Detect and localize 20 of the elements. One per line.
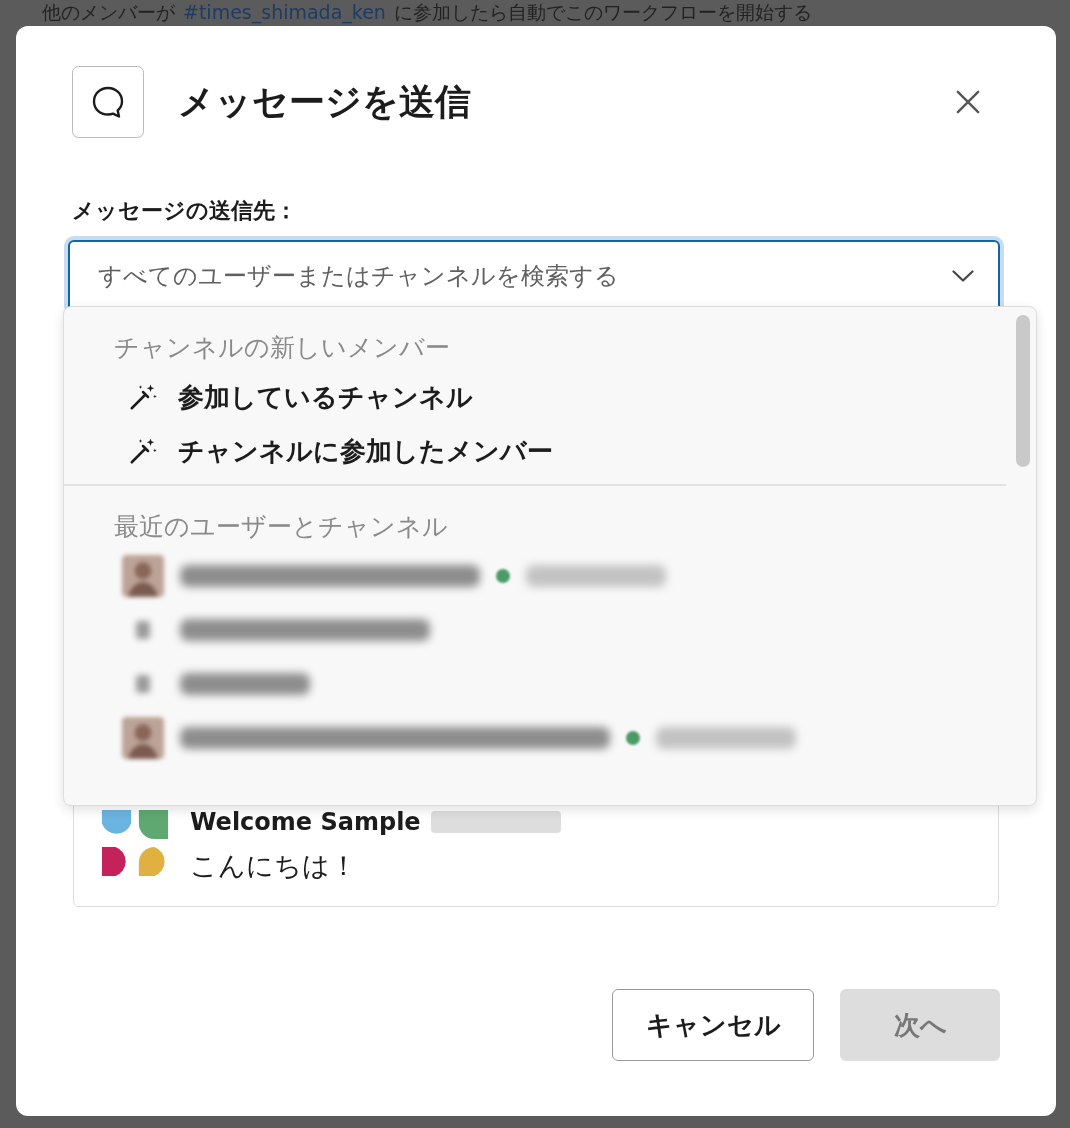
avatar-icon <box>122 717 164 759</box>
menu-item[interactable]: 参加しているチャンネル <box>114 370 473 424</box>
cancel-button[interactable]: キャンセル <box>612 989 814 1061</box>
sender-name: Welcome Sample <box>190 808 421 836</box>
section-heading: チャンネルの新しいメンバー <box>114 332 451 364</box>
avatar-icon <box>122 555 164 597</box>
field-label: メッセージの送信先： <box>72 197 298 225</box>
magic-wand-icon <box>128 382 158 412</box>
speech-bubble-icon <box>72 66 144 138</box>
close-icon[interactable] <box>956 90 980 114</box>
magic-wand-icon <box>128 436 158 466</box>
chevron-down-icon <box>952 270 974 282</box>
dialog-title: メッセージを送信 <box>178 79 472 124</box>
scrollbar[interactable] <box>1016 315 1030 467</box>
app-logo-icon <box>100 808 170 878</box>
menu-item[interactable]: チャンネルに参加したメンバー <box>114 424 553 478</box>
background-text: 他のメンバーが <box>42 0 175 25</box>
message-text: こんにちは！ <box>190 849 358 883</box>
background-text: に参加したら自動でこのワークフローを開始する <box>393 0 812 25</box>
section-heading: 最近のユーザーとチャンネル <box>114 511 449 543</box>
